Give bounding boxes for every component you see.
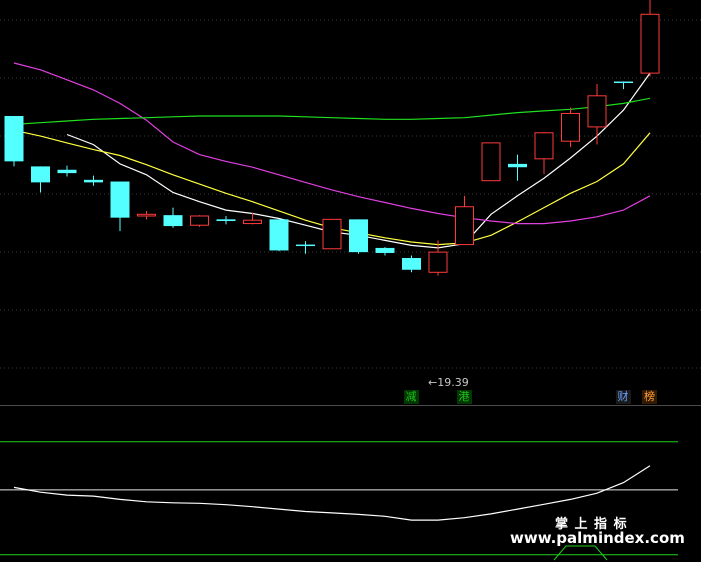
candle-body [57,169,77,174]
candle-body [375,247,395,253]
candle-body [269,219,289,251]
candle-body [455,206,474,246]
indicator-line [13,465,651,521]
candle-body [110,181,130,218]
candle-body [561,112,580,142]
candle-body [508,163,527,168]
candle-body [137,213,156,217]
candle-body [163,215,183,227]
candle-body [428,251,448,273]
candle-body [587,95,607,128]
candle-body [216,219,236,222]
candle-body [4,115,24,162]
candle-body [534,132,554,160]
indicator-signal-bump [553,545,608,561]
event-marker: 财 [615,390,631,404]
candle-body [349,219,368,253]
moving-average-line [13,62,651,225]
event-marker: 减 [403,390,419,404]
candle-body [243,219,262,225]
candle-body [190,215,209,226]
candle-body [84,179,103,183]
candle-body [322,218,342,250]
watermark-url: www.palmindex.com [510,529,685,547]
candle-body [481,142,501,182]
stock-chart [0,0,701,561]
candle-body [614,81,633,84]
low-price-label: ←19.39 [428,376,469,389]
candle-body [402,258,421,270]
candle-body [31,166,50,183]
event-marker: 港 [456,390,472,404]
event-marker: 榜 [642,390,657,404]
candle-body [296,244,315,247]
moving-average-line [13,97,651,125]
candle-body [640,13,660,74]
